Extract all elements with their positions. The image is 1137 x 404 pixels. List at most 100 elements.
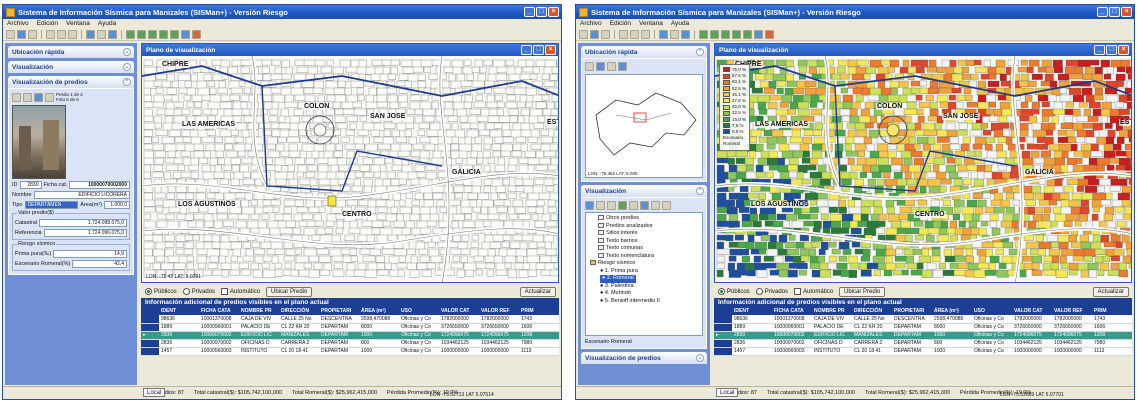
chevron-down-icon[interactable]: ⌄ — [123, 48, 131, 56]
radio-publicos[interactable]: Públicos — [145, 288, 177, 296]
tab-local[interactable]: Local — [716, 388, 739, 397]
row-selector[interactable] — [714, 315, 732, 324]
tab-local[interactable]: Local — [143, 388, 166, 397]
table-row[interactable]: 1457 10000560003 INSTITUTO CL 20 18 41 DEPAR… — [714, 347, 1132, 356]
undo-icon[interactable] — [659, 29, 668, 39]
pan-icon[interactable] — [148, 29, 157, 39]
row-selector[interactable] — [141, 339, 159, 348]
navigate-icon[interactable] — [181, 29, 190, 39]
id-field[interactable]: 2830 — [19, 181, 42, 189]
column-header[interactable]: ÁREA (m²) — [932, 307, 972, 315]
tree-item-texto-nomenclatura[interactable]: Texto nomenclatura — [588, 253, 700, 261]
column-header[interactable]: ÁREA (m²) — [359, 307, 399, 315]
section-visualizacion-predios[interactable]: Visualización de predios ⌄ — [581, 352, 707, 364]
tree-item-murindo[interactable]: ● 4. Murindó — [588, 290, 700, 298]
check-automatico[interactable]: Automático — [221, 288, 260, 296]
layer-tool-icon[interactable] — [607, 201, 616, 210]
column-header[interactable]: DIRECCIÓN — [279, 307, 319, 315]
first-icon[interactable] — [12, 92, 21, 102]
close-button[interactable]: × — [1121, 7, 1132, 17]
map-maximize-button[interactable]: □ — [533, 45, 544, 55]
tree-item-riesgo-sismico[interactable]: Riesgo sísmico — [588, 260, 700, 268]
close-button[interactable]: × — [548, 7, 559, 17]
next-icon[interactable] — [34, 92, 43, 102]
map-canvas[interactable]: CHIPRELAS AMERICASCOLONSAN JOSELOS AGUST… — [142, 56, 558, 282]
tree-item-prima-pura[interactable]: ● 1. Prima pura — [588, 268, 700, 276]
column-header[interactable]: USO — [972, 307, 1012, 315]
help-icon[interactable] — [192, 29, 201, 39]
table-row[interactable]: 98636 10001370008 CAJA DE VIV CALLE 25 No DE… — [714, 315, 1132, 324]
info-icon[interactable] — [108, 29, 117, 39]
layer-tool-icon[interactable] — [651, 201, 660, 210]
map-minimize-button[interactable]: _ — [521, 45, 532, 55]
table-row[interactable]: 2836 10000970002 OFICINAS D CARRERA 2 DEPART… — [714, 339, 1132, 348]
menu-edicion[interactable]: Edición — [37, 20, 58, 27]
tree-item-texto-comunas[interactable]: Texto comunas — [588, 245, 700, 253]
zoom-out-icon[interactable] — [137, 29, 146, 39]
tree-item-sitios-interes[interactable]: Sitios interés — [588, 230, 700, 238]
measure-icon[interactable] — [743, 29, 752, 39]
map-maximize-button[interactable]: □ — [1106, 45, 1117, 55]
menu-archivo[interactable]: Archivo — [580, 20, 602, 27]
map-canvas[interactable]: CHIPRELAS AMERICASCOLONSAN JOSELOS AGUST… — [715, 56, 1131, 282]
tree-item-otros-predios[interactable]: Otros predios — [588, 215, 700, 223]
section-ubicacion-rapida[interactable]: Ubicación rápida ⌄ — [8, 46, 134, 58]
table-row[interactable]: ▸ 2830 10000070002 EDIFICIO LIC MANIZALES DEP… — [141, 331, 559, 340]
paste-icon[interactable] — [641, 29, 650, 39]
column-header[interactable]: PROPIETARI — [319, 307, 359, 315]
menu-ventana[interactable]: Ventana — [639, 20, 663, 27]
pan-icon[interactable] — [721, 29, 730, 39]
maximize-button[interactable]: □ — [536, 7, 547, 17]
map-close-button[interactable]: × — [545, 45, 556, 55]
tree-item-palestina[interactable]: ● 3. Palestina — [588, 283, 700, 291]
cut-icon[interactable] — [619, 29, 628, 39]
section-ubicacion-rapida[interactable]: Ubicación rápida ⌃ — [581, 46, 707, 58]
row-selector[interactable] — [141, 323, 159, 332]
catastral-field[interactable]: 1.724.098.075,0 — [39, 219, 127, 227]
table-row[interactable]: 2836 10000970002 OFICINAS D CARRERA 2 DEPART… — [141, 339, 559, 348]
nombre-field[interactable]: EDIFICIO LICORERA — [33, 191, 130, 199]
section-visualizacion[interactable]: Visualización ⌃ — [581, 185, 707, 197]
radio-privados[interactable]: Privados — [755, 288, 788, 296]
row-selector[interactable] — [141, 315, 159, 324]
map-minimize-button[interactable]: _ — [1094, 45, 1105, 55]
minimize-button[interactable]: _ — [1097, 7, 1108, 17]
column-header[interactable]: VALOR REF — [1052, 307, 1092, 315]
section-visualizacion[interactable]: Visualización ⌄ — [8, 61, 134, 73]
tipo-field[interactable]: DEPARTAMEN — [24, 201, 79, 209]
new-icon[interactable] — [6, 29, 15, 39]
overview-zoom-icon[interactable] — [585, 62, 594, 71]
table-row[interactable]: 1889 10000960001 PALACIO DE CL 22 KR 20 DEPA… — [714, 323, 1132, 332]
ficha-field[interactable]: 10000070002000 — [69, 181, 130, 189]
layer-tool-icon[interactable] — [618, 201, 627, 210]
map-close-button[interactable]: × — [1118, 45, 1129, 55]
table-row[interactable]: 1889 10000960001 PALACIO DE CL 22 KR 20 DEPA… — [141, 323, 559, 332]
column-header[interactable]: VALOR CAT — [1012, 307, 1052, 315]
ubicar-predio-button[interactable]: Ubicar Predio — [839, 287, 886, 297]
minimize-button[interactable]: _ — [524, 7, 535, 17]
redo-icon[interactable] — [97, 29, 106, 39]
overview-map[interactable]: LON: -75.462 LAT: 5.025 — [585, 74, 703, 178]
zoom-out-icon[interactable] — [710, 29, 719, 39]
print-icon[interactable] — [601, 29, 610, 39]
menu-edicion[interactable]: Edición — [610, 20, 631, 27]
column-header[interactable]: DIRECCIÓN — [852, 307, 892, 315]
layer-tool-icon[interactable] — [662, 201, 671, 210]
help-icon[interactable] — [765, 29, 774, 39]
overview-binoculars-icon[interactable] — [618, 62, 627, 71]
tree-item-predios-analizados[interactable]: Predios analizados — [588, 223, 700, 231]
radio-privados[interactable]: Privados — [182, 288, 215, 296]
layer-tool-icon[interactable] — [585, 201, 594, 210]
undo-icon[interactable] — [86, 29, 95, 39]
info-icon[interactable] — [681, 29, 690, 39]
column-header[interactable]: IDENT — [159, 307, 199, 315]
actualizar-button[interactable]: Actualizar — [519, 287, 556, 297]
prima-field[interactable]: 14,9 — [53, 250, 127, 258]
menu-archivo[interactable]: Archivo — [7, 20, 29, 27]
zoom-in-icon[interactable] — [699, 29, 708, 39]
tree-item-romeral[interactable]: ● 2. Romeral — [600, 275, 636, 283]
measure-icon[interactable] — [170, 29, 179, 39]
column-header[interactable]: IDENT — [732, 307, 772, 315]
actualizar-button[interactable]: Actualizar — [1092, 287, 1129, 297]
column-header[interactable]: NOMBRE PR — [812, 307, 852, 315]
